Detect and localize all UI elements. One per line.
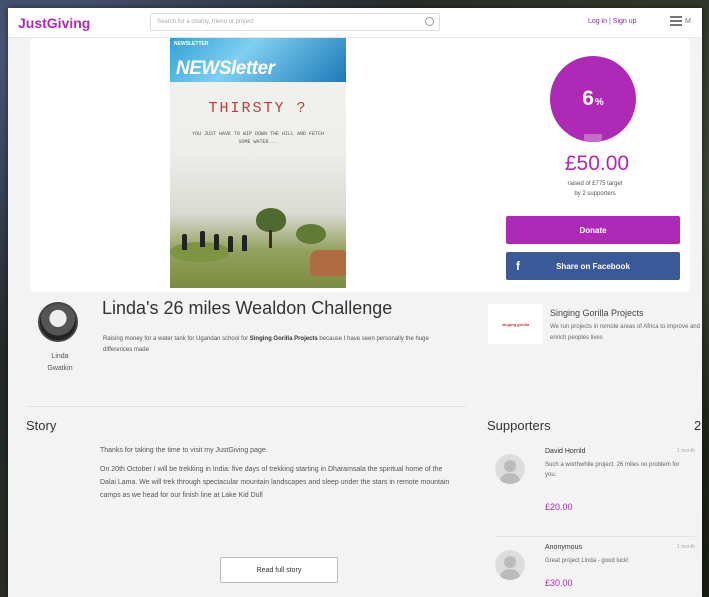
walker-figure [242, 235, 247, 251]
page-title: Linda's 26 miles Wealdon Challenge [102, 298, 393, 318]
progress-percent-circle: 6% [550, 56, 636, 142]
fundraiser-avatar[interactable] [38, 302, 78, 342]
supporter-count-text: by 2 supporters [574, 191, 616, 197]
cover-headline: THIRSTY ? [208, 100, 308, 117]
facebook-icon: f [516, 259, 520, 273]
cow-figure [310, 250, 346, 276]
charity-name[interactable]: Singing Gorilla Projects [550, 308, 644, 318]
supporter-item: David Hornld 1 month Such a worthwhile p… [495, 448, 695, 528]
story-paragraph: On 20th October I will be trekking in In… [100, 466, 450, 499]
walker-figure [228, 236, 233, 252]
raised-details: raised of £775 target by 2 supporters [532, 179, 658, 199]
hamburger-menu-icon[interactable] [670, 16, 682, 26]
cover-newsletter-title: NEWSletter [176, 58, 275, 79]
supporters-count: 2 [694, 418, 702, 433]
bush-shape [296, 224, 326, 244]
menu-label[interactable]: M [685, 18, 691, 25]
amount-raised: £50.00 [564, 152, 630, 175]
supporters-heading: Supporters [487, 418, 551, 433]
supporter-divider [495, 536, 695, 537]
story-heading: Story [26, 418, 57, 433]
supporter-amount: £30.00 [545, 578, 573, 588]
supporter-name: Anonymous [545, 544, 582, 551]
charity-logo[interactable]: singing gorilla [488, 304, 543, 344]
donate-button[interactable]: Donate [506, 216, 680, 244]
supporter-time: 1 month [676, 448, 695, 454]
search-icon[interactable] [425, 17, 434, 26]
cover-banner: NEWSLETTER NEWSletter [170, 38, 346, 82]
raised-target-text: raised of £775 target [567, 181, 623, 187]
hero-card: NEWSLETTER NEWSletter THIRSTY ? YOU JUST… [30, 38, 690, 292]
charity-logo-text: singing gorilla [501, 321, 530, 327]
story-fade-overlay [100, 528, 460, 548]
fundraiser-owner-name[interactable]: Linda Gwatkin [34, 351, 86, 375]
login-signup-link[interactable]: Log in | Sign up [588, 18, 637, 25]
cover-top-text: NEWSLETTER [174, 41, 209, 47]
supporter-avatar [495, 454, 525, 484]
justgiving-logo[interactable]: JustGiving [18, 15, 90, 31]
share-facebook-label: Share on Facebook [556, 261, 630, 271]
percent-sign: % [594, 96, 604, 108]
top-navigation-bar: JustGiving Search for a charity, friend … [8, 8, 702, 38]
progress-percent: 6 [582, 87, 594, 110]
page-sheet: JustGiving Search for a charity, friend … [8, 8, 702, 597]
search-input[interactable]: Search for a charity, friend or project [150, 13, 440, 31]
supporter-item: Anonymous 1 month Great project Linda - … [495, 544, 695, 594]
search-placeholder: Search for a charity, friend or project [157, 19, 254, 25]
cover-subtext: YOU JUST HAVE TO WIP DOWN THE HILL AND F… [191, 131, 325, 145]
story-paragraph: Thanks for taking the time to visit my J… [100, 447, 268, 454]
supporter-amount: £20.00 [545, 502, 573, 512]
supporter-time: 1 month [676, 544, 695, 550]
story-body: Thanks for taking the time to visit my J… [100, 444, 450, 508]
walker-figure [182, 234, 187, 250]
fundraiser-summary: Raising money for a water tank for Ugand… [103, 336, 429, 353]
section-divider [26, 406, 466, 407]
supporter-name: David Hornld [545, 448, 586, 455]
supporter-message: Great project Linda - good luck! [545, 558, 629, 564]
charity-link[interactable]: Singing Gorilla Projects [250, 336, 318, 342]
walker-figure [200, 231, 205, 247]
share-facebook-button[interactable]: f Share on Facebook [506, 252, 680, 280]
supporter-message: Such a worthwhile project. 26 miles no p… [545, 462, 680, 478]
walker-figure [214, 234, 219, 250]
read-full-story-button[interactable]: Read full story [220, 557, 338, 583]
charity-description: We run projects in remote areas of Afric… [550, 324, 700, 341]
cover-image: NEWSLETTER NEWSletter THIRSTY ? YOU JUST… [170, 38, 346, 288]
tree-illustration [252, 208, 288, 248]
supporter-avatar [495, 550, 525, 580]
